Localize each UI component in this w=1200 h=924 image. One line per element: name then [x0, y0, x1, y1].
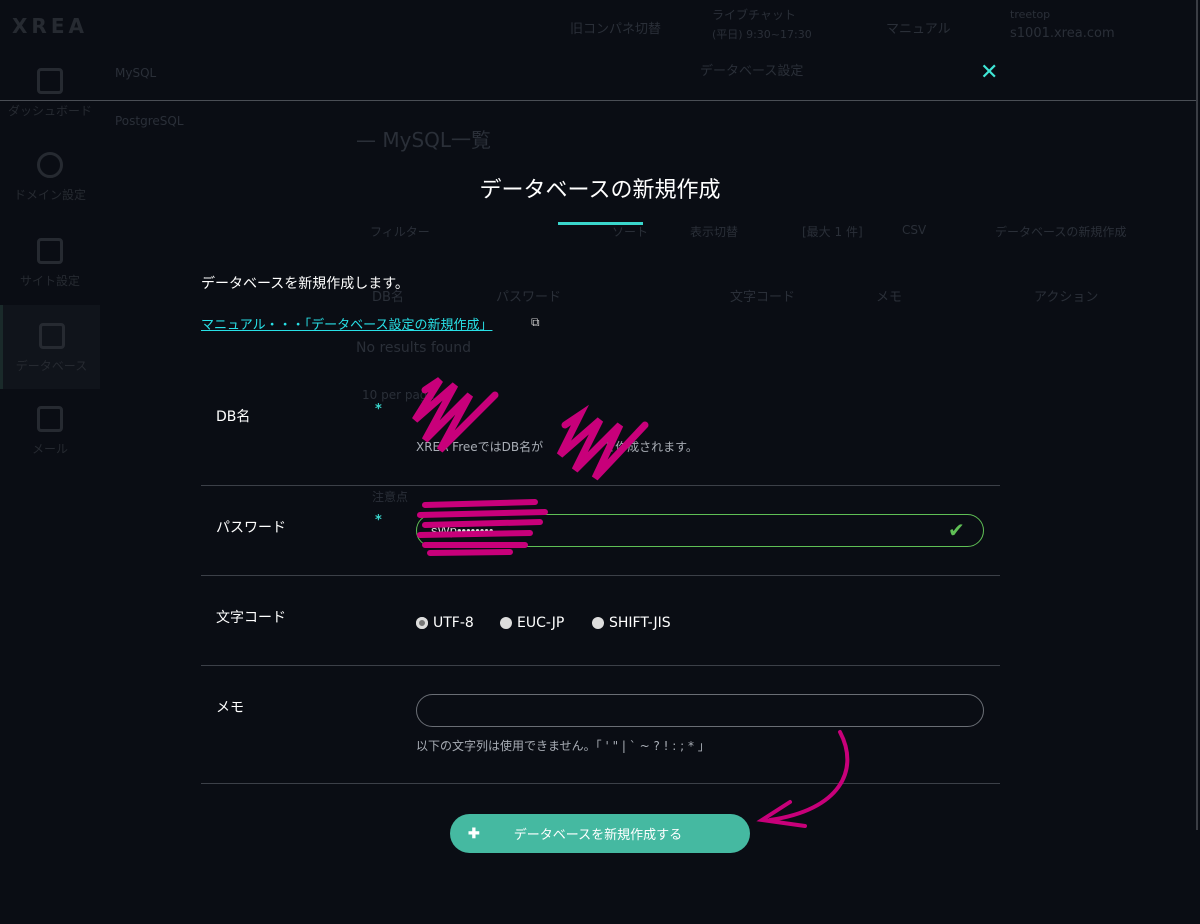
redaction-scribble [412, 377, 499, 453]
annotation-overlay [412, 377, 850, 828]
redaction-scribble [556, 404, 649, 481]
redaction-scribble [417, 499, 548, 556]
